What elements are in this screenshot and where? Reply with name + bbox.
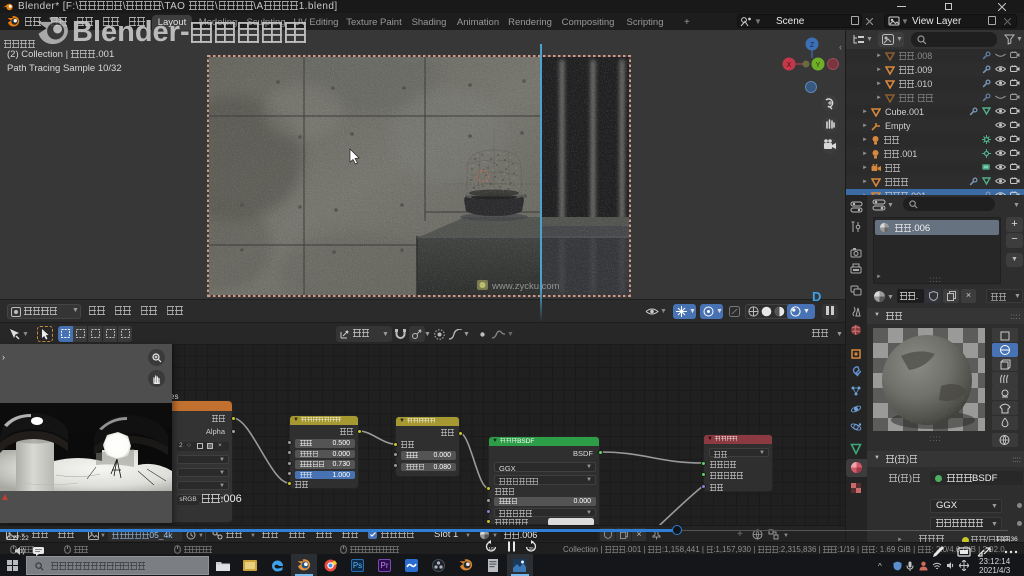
svg-text:Y: Y [816, 62, 821, 69]
svg-text:10: 10 [488, 546, 494, 551]
svg-text:30: 30 [528, 546, 534, 551]
svg-text:Z: Z [810, 42, 815, 49]
svg-text:X: X [787, 62, 792, 69]
